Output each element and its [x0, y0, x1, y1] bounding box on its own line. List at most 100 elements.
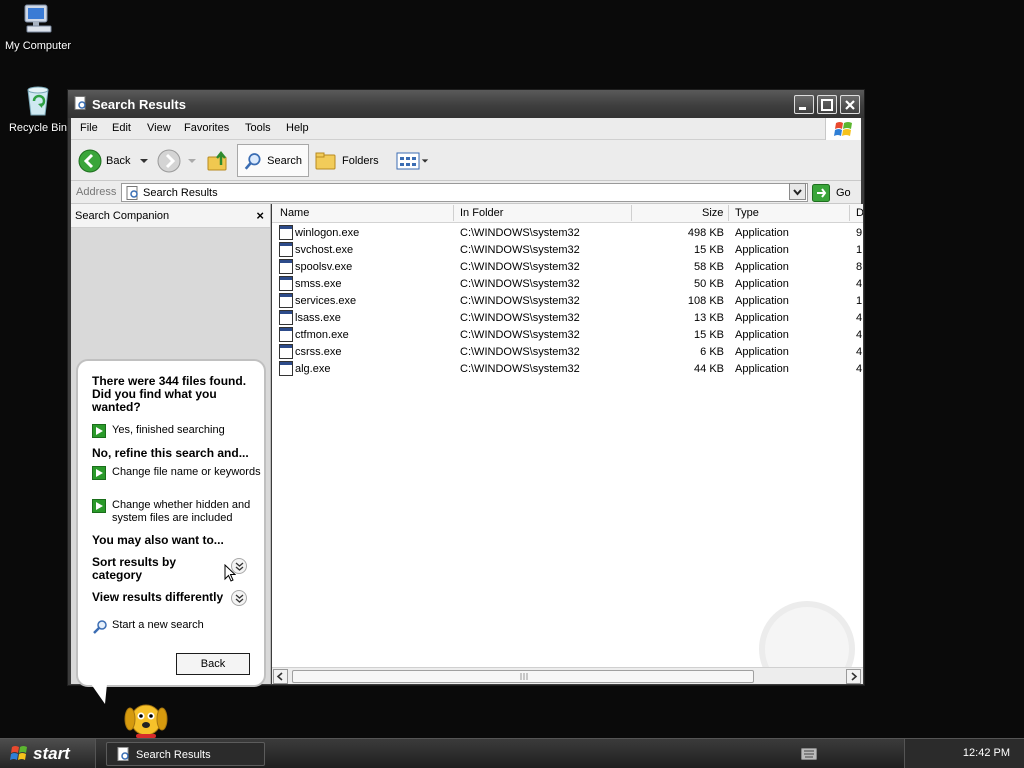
- column-type[interactable]: Type: [735, 207, 759, 219]
- back-button[interactable]: Back: [78, 144, 149, 177]
- table-row[interactable]: smss.exe C:\WINDOWS\system32 50 KB Applicat…: [272, 276, 863, 293]
- view-results-differently-link[interactable]: View results differently: [92, 591, 223, 604]
- table-row[interactable]: spoolsv.exe C:\WINDOWS\system32 58 KB Appli…: [272, 259, 863, 276]
- close-button[interactable]: [840, 95, 860, 114]
- file-type: Application: [735, 346, 789, 358]
- table-row[interactable]: winlogon.exe C:\WINDOWS\system32 498 KB App…: [272, 225, 863, 242]
- sort-by-category-link[interactable]: Sort results by category: [92, 556, 202, 582]
- start-new-search-link[interactable]: Start a new search: [92, 619, 262, 635]
- option-hidden-system-files[interactable]: Change whether hidden and system files a…: [92, 499, 262, 525]
- chevron-down-icon[interactable]: [421, 157, 429, 165]
- balloon-tail: [91, 684, 107, 704]
- file-type: Application: [735, 244, 789, 256]
- desktop-icon-my-computer[interactable]: My Computer: [0, 2, 76, 52]
- desktop-icon-label: My Computer: [4, 40, 72, 52]
- menu-view[interactable]: View: [147, 122, 171, 134]
- file-icon: [279, 242, 293, 257]
- column-separator[interactable]: [849, 205, 850, 221]
- green-arrow-icon: [92, 466, 106, 480]
- magnifier-icon: [93, 620, 107, 634]
- chevron-left-icon: [276, 672, 283, 681]
- menu-file[interactable]: File: [80, 122, 98, 134]
- file-folder: C:\WINDOWS\system32: [460, 227, 580, 239]
- file-icon: [279, 259, 293, 274]
- file-date: 8: [856, 261, 863, 273]
- up-folder-button[interactable]: [206, 144, 230, 177]
- windows-logo: [825, 118, 861, 140]
- folders-button[interactable]: Folders: [314, 144, 379, 177]
- views-icon: [396, 152, 420, 169]
- table-row[interactable]: alg.exe C:\WINDOWS\system32 44 KB Applicati…: [272, 361, 863, 378]
- search-companion-title: Search Companion: [75, 210, 170, 222]
- table-row[interactable]: ctfmon.exe C:\WINDOWS\system32 15 KB Applic…: [272, 327, 863, 344]
- file-date: 4: [856, 278, 863, 290]
- option-change-file-name[interactable]: Change file name or keywords: [92, 466, 262, 480]
- windows-flag-icon: [10, 746, 27, 760]
- scroll-left-button[interactable]: [273, 669, 288, 684]
- close-pane-button[interactable]: ×: [256, 208, 264, 223]
- address-field[interactable]: Search Results: [121, 183, 808, 202]
- file-type: Application: [735, 312, 789, 324]
- mouse-cursor-icon: [224, 564, 236, 582]
- standard-toolbar: Back Search Folders: [71, 140, 861, 181]
- file-icon: [279, 276, 293, 291]
- option-label: Yes, finished searching: [112, 424, 225, 436]
- file-icon: [279, 310, 293, 325]
- table-row[interactable]: lsass.exe C:\WINDOWS\system32 13 KB Applica…: [272, 310, 863, 327]
- file-folder: C:\WINDOWS\system32: [460, 295, 580, 307]
- go-button[interactable]: Go: [812, 183, 851, 202]
- menu-edit[interactable]: Edit: [112, 122, 131, 134]
- keyboard-icon[interactable]: [801, 748, 817, 760]
- table-row[interactable]: services.exe C:\WINDOWS\system32 108 KB App…: [272, 293, 863, 310]
- column-header-row: Name In Folder Size Type D: [272, 204, 863, 223]
- menu-tools[interactable]: Tools: [245, 122, 271, 134]
- horizontal-scrollbar[interactable]: [272, 667, 863, 684]
- results-heading: There were 344 files found. Did you find…: [92, 374, 247, 414]
- option-finished-searching[interactable]: Yes, finished searching: [92, 424, 262, 438]
- table-row[interactable]: csrss.exe C:\WINDOWS\system32 6 KB Applicat…: [272, 344, 863, 361]
- column-date[interactable]: D: [856, 207, 863, 219]
- chevron-right-icon: [851, 672, 858, 681]
- views-button[interactable]: [396, 144, 429, 177]
- search-button[interactable]: Search: [237, 144, 309, 177]
- address-dropdown[interactable]: [789, 183, 806, 200]
- chevron-down-icon[interactable]: [139, 157, 149, 165]
- table-row[interactable]: svchost.exe C:\WINDOWS\system32 15 KB Appli…: [272, 242, 863, 259]
- magnifier-icon: [244, 152, 261, 170]
- file-size: 15 KB: [694, 329, 724, 341]
- file-name: winlogon.exe: [295, 227, 360, 239]
- desktop-icon-label: Recycle Bin: [8, 122, 68, 134]
- start-button[interactable]: start: [0, 739, 96, 768]
- menu-favorites[interactable]: Favorites: [184, 122, 229, 134]
- menu-help[interactable]: Help: [286, 122, 309, 134]
- go-label: Go: [836, 186, 851, 199]
- file-folder: C:\WINDOWS\system32: [460, 346, 580, 358]
- file-folder: C:\WINDOWS\system32: [460, 244, 580, 256]
- column-separator[interactable]: [453, 205, 454, 221]
- maximize-button[interactable]: [817, 95, 837, 114]
- companion-back-button[interactable]: Back: [176, 653, 250, 675]
- desktop-icon-recycle-bin[interactable]: Recycle Bin: [0, 84, 76, 134]
- file-name: svchost.exe: [295, 244, 354, 256]
- minimize-button[interactable]: [794, 95, 814, 114]
- scroll-right-button[interactable]: [846, 669, 861, 684]
- title-bar[interactable]: Search Results: [68, 90, 864, 118]
- expand-view-button[interactable]: [231, 590, 247, 606]
- file-name: csrss.exe: [295, 346, 342, 358]
- column-separator[interactable]: [631, 205, 632, 221]
- column-separator[interactable]: [728, 205, 729, 221]
- start-label: start: [33, 744, 70, 763]
- forward-button[interactable]: [157, 144, 197, 177]
- column-in-folder[interactable]: In Folder: [460, 207, 503, 219]
- column-name[interactable]: Name: [280, 207, 309, 219]
- chevron-down-icon[interactable]: [187, 157, 197, 165]
- taskbar-item-search-results[interactable]: Search Results: [106, 742, 265, 766]
- up-folder-icon: [207, 150, 227, 170]
- column-size[interactable]: Size: [702, 207, 723, 219]
- option-label: Change whether hidden and system files a…: [112, 499, 251, 524]
- scroll-thumb[interactable]: [292, 670, 754, 683]
- clock[interactable]: 12:42 PM: [963, 747, 1010, 759]
- folders-icon: [315, 152, 336, 169]
- file-type: Application: [735, 261, 789, 273]
- folders-label: Folders: [342, 154, 379, 167]
